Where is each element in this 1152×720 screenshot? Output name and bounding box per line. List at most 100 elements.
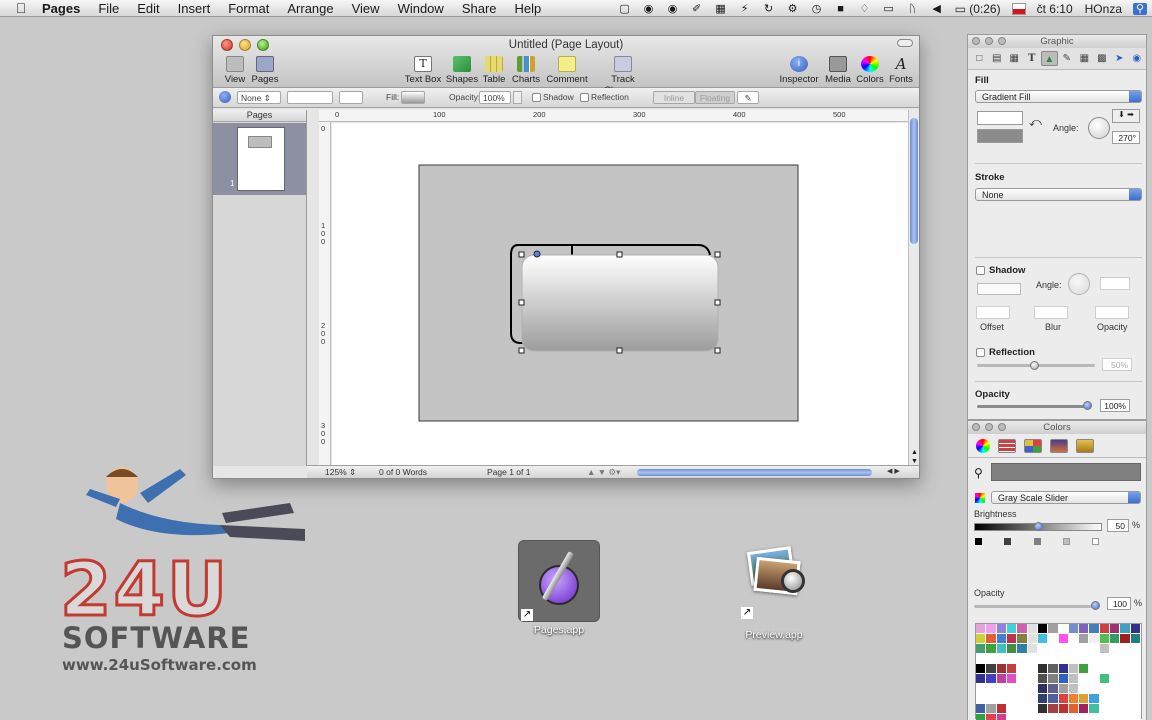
brightness-slider-knob[interactable] <box>1034 522 1043 531</box>
vertical-ruler[interactable]: 0 1 0 0 2 0 0 3 0 0 <box>319 122 331 466</box>
color-swatch[interactable] <box>1006 704 1018 714</box>
color-swatch[interactable] <box>1017 634 1028 644</box>
comment-button[interactable]: Comment <box>545 56 589 85</box>
opacity-field[interactable]: 100% <box>479 91 511 104</box>
color-swatch[interactable] <box>986 664 997 674</box>
color-opacity-slider[interactable] <box>974 605 1098 608</box>
color-swatch[interactable] <box>1079 694 1090 704</box>
color-swatch[interactable] <box>1006 664 1018 674</box>
color-swatch[interactable] <box>996 624 1007 634</box>
shadow-opacity-field[interactable] <box>1095 306 1129 319</box>
pages-button[interactable]: Pages <box>243 56 287 85</box>
color-swatch[interactable] <box>1079 684 1090 694</box>
fonts-button[interactable]: A Fonts <box>879 56 923 85</box>
rounded-gradient-button-shape[interactable] <box>521 254 719 352</box>
color-swatch[interactable] <box>1068 674 1080 684</box>
bluetooth-icon[interactable]: ᚢ <box>906 3 920 15</box>
gradient-end-color-well[interactable] <box>977 129 1023 143</box>
color-swatch[interactable] <box>1130 634 1141 644</box>
color-wheel-mode-icon[interactable] <box>976 438 990 453</box>
color-swatch[interactable] <box>1079 644 1090 654</box>
color-swatch[interactable] <box>1099 644 1111 654</box>
stroke-type-popup[interactable]: None <box>975 188 1142 201</box>
color-swatch[interactable] <box>1048 624 1059 634</box>
color-swatch[interactable] <box>986 694 997 704</box>
pages-app-alias[interactable]: ↗ Pages.app <box>516 540 602 636</box>
color-swatch[interactable] <box>1058 704 1069 714</box>
gray-swatch-black[interactable] <box>975 538 982 545</box>
color-swatch[interactable] <box>1048 704 1059 714</box>
color-swatch[interactable] <box>1130 704 1141 714</box>
color-swatch[interactable] <box>1120 704 1131 714</box>
object-style-select[interactable]: None ⇕ <box>237 91 281 104</box>
color-swatch[interactable] <box>1006 684 1018 694</box>
colors-minimize-button[interactable] <box>985 423 993 431</box>
color-swatch[interactable] <box>1027 684 1038 694</box>
color-swatch[interactable] <box>1099 684 1111 694</box>
toolbar-toggle-button[interactable] <box>897 39 913 47</box>
color-swatch[interactable] <box>1110 664 1121 674</box>
color-swatch[interactable] <box>1089 704 1100 714</box>
fill-type-popup[interactable]: Gradient Fill <box>975 90 1142 103</box>
color-swatch[interactable] <box>1120 694 1131 704</box>
document-inspector-icon[interactable]: □ <box>971 51 988 66</box>
color-swatch[interactable] <box>1120 714 1131 720</box>
color-swatch[interactable] <box>1110 694 1121 704</box>
spotlight-icon[interactable]: ⚲ <box>1133 2 1147 15</box>
color-swatch[interactable] <box>1037 704 1049 714</box>
color-swatch[interactable] <box>1120 664 1131 674</box>
color-swatch[interactable] <box>1017 704 1028 714</box>
volume-icon[interactable]: ◀ <box>930 3 944 15</box>
color-swatch[interactable] <box>1089 634 1100 644</box>
metrics-inspector-icon[interactable]: ✎ <box>1059 51 1076 66</box>
color-swatch[interactable] <box>1058 674 1069 684</box>
color-swatch[interactable] <box>1130 644 1141 654</box>
fill-angle-field[interactable]: 270° <box>1112 131 1140 144</box>
color-swatch[interactable] <box>996 634 1007 644</box>
menu-view[interactable]: View <box>343 1 389 16</box>
color-swatch[interactable] <box>1130 624 1141 634</box>
preview-app-alias[interactable]: ↗ Preview.app <box>734 545 814 641</box>
color-swatch[interactable] <box>1099 674 1111 684</box>
color-swatch[interactable] <box>1079 654 1090 664</box>
color-swatch[interactable] <box>1017 644 1028 654</box>
color-swatch[interactable] <box>986 624 997 634</box>
color-swatch[interactable] <box>996 654 1007 664</box>
shadow-checkbox[interactable] <box>976 266 985 275</box>
menu-format[interactable]: Format <box>219 1 278 16</box>
swap-colors-icon[interactable]: ⤺ <box>1029 115 1042 130</box>
color-swatch[interactable] <box>1120 654 1131 664</box>
color-swatch[interactable] <box>1037 694 1049 704</box>
text-box-button[interactable]: T Text Box <box>401 56 445 85</box>
color-swatch[interactable] <box>1017 624 1028 634</box>
status-icon-3[interactable]: ◉ <box>666 3 680 15</box>
reflection-slider-knob[interactable] <box>1030 361 1039 370</box>
color-swatch[interactable] <box>1089 694 1100 704</box>
shadow-checkbox[interactable] <box>532 93 541 102</box>
color-picker-magnifier-icon[interactable]: ⚲ <box>974 466 983 480</box>
color-swatch[interactable] <box>996 694 1007 704</box>
color-swatch[interactable] <box>1089 624 1100 634</box>
color-swatch[interactable] <box>1027 674 1038 684</box>
colors-zoom-button[interactable] <box>998 423 1006 431</box>
clock[interactable]: čt 6:10 <box>1031 2 1079 16</box>
color-swatch[interactable] <box>1068 624 1080 634</box>
color-swatch[interactable] <box>1089 674 1100 684</box>
page-thumbnail-selected[interactable]: 1 <box>213 123 306 195</box>
shadow-color-well[interactable] <box>977 283 1021 295</box>
line-style-select[interactable] <box>287 91 333 104</box>
color-opacity-field[interactable]: 100 <box>1107 597 1131 610</box>
color-swatch[interactable] <box>986 704 997 714</box>
color-swatch[interactable] <box>1110 644 1121 654</box>
scroll-left-right-arrows-icon[interactable]: ◀ ▶ <box>887 467 900 475</box>
color-swatch[interactable] <box>1017 694 1028 704</box>
color-swatch[interactable] <box>1130 684 1141 694</box>
color-swatch[interactable] <box>986 634 997 644</box>
color-swatch[interactable] <box>1120 634 1131 644</box>
color-swatch[interactable] <box>1037 624 1049 634</box>
color-sliders-mode-icon[interactable] <box>998 438 1016 453</box>
color-swatch[interactable] <box>1079 634 1090 644</box>
color-swatch[interactable] <box>1037 664 1049 674</box>
menu-window[interactable]: Window <box>389 1 453 16</box>
color-swatch[interactable] <box>1037 644 1049 654</box>
